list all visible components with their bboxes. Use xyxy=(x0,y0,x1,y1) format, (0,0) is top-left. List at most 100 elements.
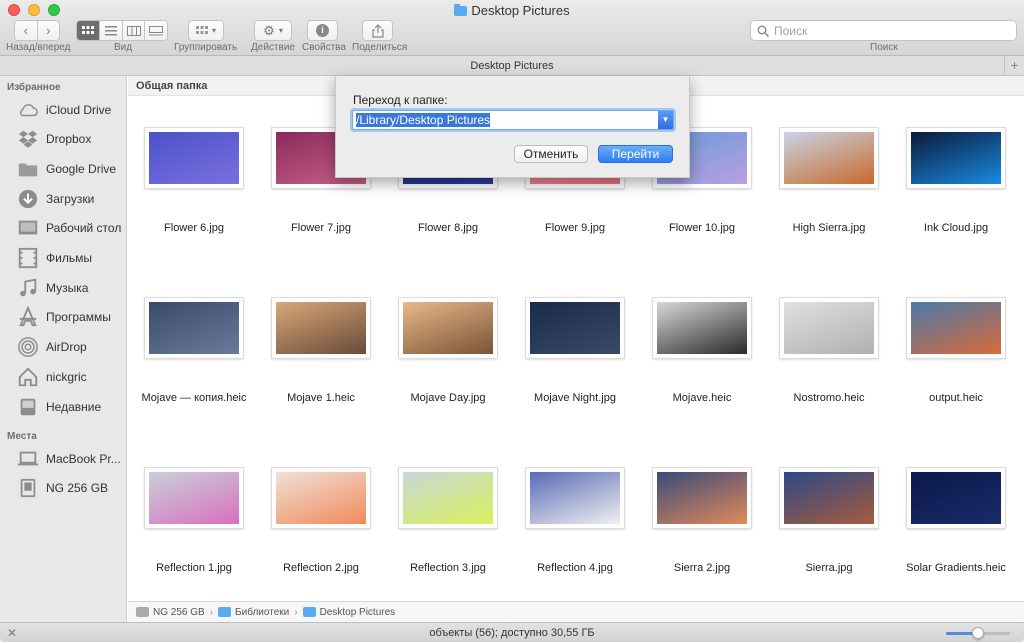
file-item[interactable]: Nostromo.heic xyxy=(763,298,891,468)
file-item[interactable]: Flower 6.jpg xyxy=(128,128,256,298)
file-name: Mojave Day.jpg xyxy=(410,392,486,404)
file-item[interactable]: Mojave — копия.heic xyxy=(128,298,256,468)
file-item[interactable]: Solar Gradients.heic xyxy=(890,468,1018,601)
thumbnail-image xyxy=(657,472,747,524)
favorites-header: Избранное xyxy=(7,82,61,93)
sidebar-item[interactable]: Недавние xyxy=(0,392,127,421)
thumbnail-image xyxy=(530,472,620,524)
file-thumbnail xyxy=(653,298,751,358)
back-button[interactable]: ‹ xyxy=(15,21,38,40)
path-disk[interactable]: NG 256 GB xyxy=(136,607,205,618)
properties-button[interactable]: i xyxy=(307,20,338,41)
go-button[interactable]: Перейти xyxy=(598,145,673,163)
file-item[interactable]: High Sierra.jpg xyxy=(763,128,891,298)
group-label: Группировать xyxy=(174,42,238,53)
sidebar-item[interactable]: nickgric xyxy=(0,362,127,391)
grid-icon xyxy=(82,25,95,34)
file-name: Flower 8.jpg xyxy=(418,222,478,234)
file-name: Ink Cloud.jpg xyxy=(923,222,989,234)
thumbnail-image xyxy=(657,302,747,354)
thumbnail-image xyxy=(911,302,1001,354)
file-thumbnail xyxy=(653,468,751,528)
finder-window: Desktop Pictures ‹ › Назад/вперед Вид ▾ … xyxy=(0,0,1024,642)
thumbnail-image xyxy=(276,302,366,354)
search-field[interactable] xyxy=(750,20,1017,41)
file-thumbnail xyxy=(272,298,370,358)
file-name: Mojave 1.heic xyxy=(287,392,355,404)
file-name: Flower 9.jpg xyxy=(545,222,605,234)
file-item[interactable]: Mojave 1.heic xyxy=(255,298,383,468)
thumbnail-image xyxy=(403,472,493,524)
sidebar-item-label: NG 256 GB xyxy=(46,481,109,496)
chevron-right-icon: › xyxy=(46,23,51,38)
file-item[interactable]: Sierra.jpg xyxy=(763,468,891,601)
group-button[interactable]: ▾ xyxy=(188,20,224,41)
sidebar-item[interactable]: Загрузки xyxy=(0,184,127,213)
file-name: Mojave — копия.heic xyxy=(141,392,247,404)
sidebar-item[interactable]: iCloud Drive xyxy=(0,95,127,124)
file-item[interactable]: Mojave Night.jpg xyxy=(509,298,637,468)
sidebar-item-label: Недавние xyxy=(46,399,102,414)
thumbnail-image xyxy=(403,302,493,354)
music-icon xyxy=(16,277,40,299)
list-view-button[interactable] xyxy=(100,21,123,40)
columns-icon xyxy=(126,25,141,36)
sidebar-item[interactable]: Рабочий стол xyxy=(0,214,127,243)
sidebar-item-label: Рабочий стол xyxy=(46,221,122,236)
file-thumbnail xyxy=(907,468,1005,528)
file-thumbnail xyxy=(526,468,624,528)
icon-size-slider[interactable] xyxy=(946,627,1010,639)
icon-view-button[interactable] xyxy=(77,21,101,40)
sidebar-item[interactable]: NG 256 GB xyxy=(0,474,127,503)
tab-title[interactable]: Desktop Pictures xyxy=(470,60,553,72)
file-name: output.heic xyxy=(929,392,983,404)
sidebar-item[interactable]: Музыка xyxy=(0,273,127,302)
path-folder[interactable]: Desktop Pictures xyxy=(302,606,396,618)
goto-path-input[interactable] xyxy=(354,111,654,129)
gallery-view-button[interactable] xyxy=(145,21,167,40)
path-libraries[interactable]: Библиотеки xyxy=(218,607,289,618)
sidebar-item[interactable]: MacBook Pr... xyxy=(0,444,127,473)
tab-bar: Desktop Pictures + xyxy=(0,56,1024,76)
file-item[interactable]: Reflection 4.jpg xyxy=(509,468,637,601)
sidebar-item[interactable]: AirDrop xyxy=(0,333,127,362)
sidebar-item-label: Музыка xyxy=(46,280,89,295)
folder-icon xyxy=(454,4,468,16)
share-button[interactable] xyxy=(362,20,393,41)
thumbnail-image xyxy=(784,472,874,524)
sidebar-item[interactable]: Фильмы xyxy=(0,244,127,273)
forward-button[interactable]: › xyxy=(38,21,60,40)
file-thumbnail xyxy=(780,128,878,188)
sidebar-item[interactable]: Google Drive xyxy=(0,154,127,183)
file-item[interactable]: Reflection 2.jpg xyxy=(255,468,383,601)
file-item[interactable]: Mojave Day.jpg xyxy=(382,298,510,468)
file-item[interactable]: Mojave.heic xyxy=(636,298,764,468)
collapse-icon[interactable]: ✕ xyxy=(7,623,17,642)
file-item[interactable]: Reflection 1.jpg xyxy=(128,468,256,601)
file-name: Sierra.jpg xyxy=(805,562,853,574)
action-button[interactable]: ⚙ ▾ xyxy=(254,20,292,41)
sidebar-item-label: MacBook Pr... xyxy=(46,451,121,466)
properties-label: Свойства xyxy=(302,42,346,53)
dropdown-button[interactable]: ▼ xyxy=(658,111,673,129)
goto-path-combo[interactable]: ▼ xyxy=(352,110,674,130)
file-thumbnail xyxy=(145,298,243,358)
file-name: Reflection 3.jpg xyxy=(410,562,486,574)
chevron-left-icon: ‹ xyxy=(23,23,28,38)
search-input[interactable] xyxy=(774,23,994,38)
search-icon xyxy=(757,25,769,37)
disk-icon xyxy=(16,477,40,499)
file-thumbnail xyxy=(780,298,878,358)
slider-knob[interactable] xyxy=(972,627,984,639)
cancel-button[interactable]: Отменить xyxy=(514,145,588,163)
sidebar-item[interactable]: Dropbox xyxy=(0,125,127,154)
sidebar-item[interactable]: Программы xyxy=(0,303,127,332)
file-item[interactable]: output.heic xyxy=(890,298,1018,468)
column-view-button[interactable] xyxy=(123,21,146,40)
file-item[interactable]: Reflection 3.jpg xyxy=(382,468,510,601)
path-folder-label: Desktop Pictures xyxy=(319,606,396,618)
file-item[interactable]: Ink Cloud.jpg xyxy=(890,128,1018,298)
new-tab-button[interactable]: + xyxy=(1004,56,1024,75)
file-item[interactable]: Sierra 2.jpg xyxy=(636,468,764,601)
chevron-right-icon: › xyxy=(294,606,298,618)
